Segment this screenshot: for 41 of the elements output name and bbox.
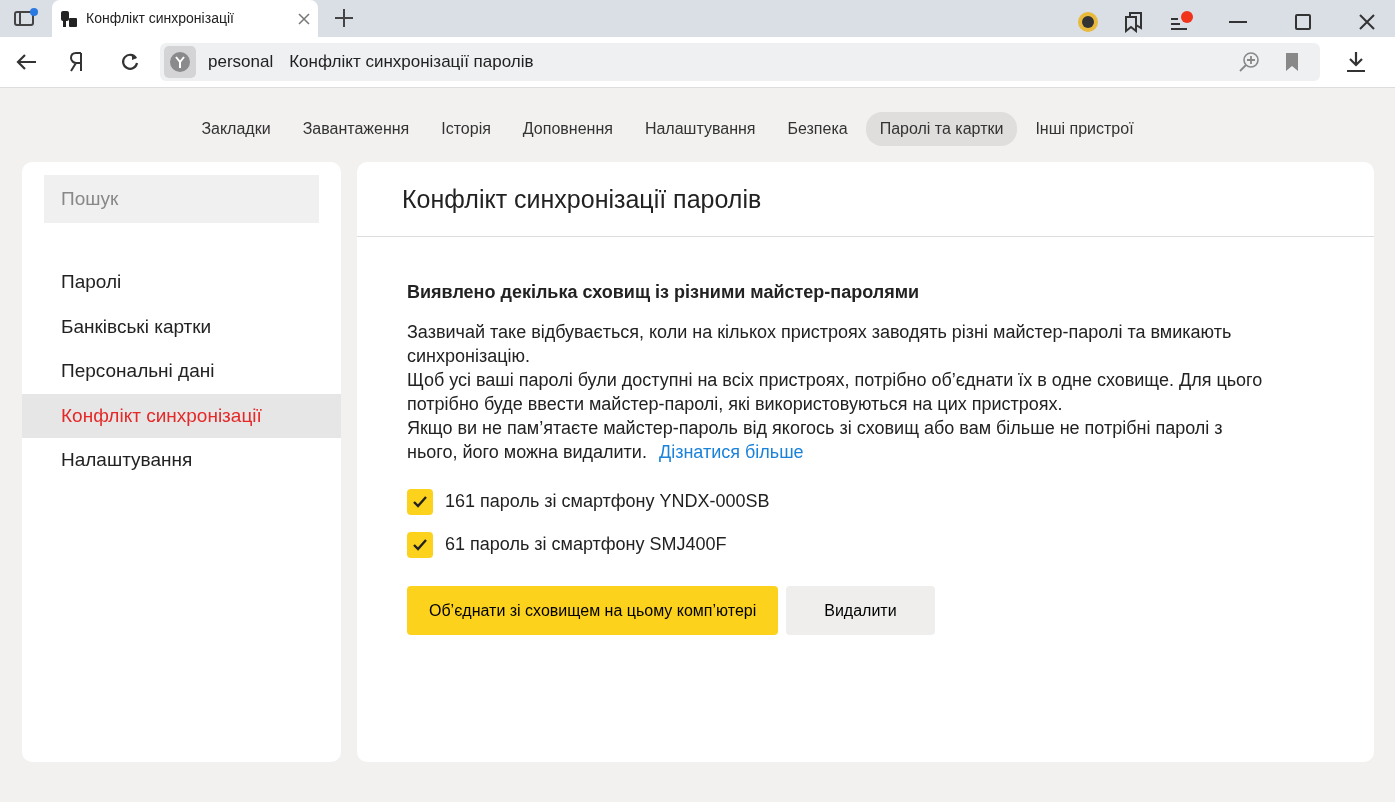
- bookmarks-icon[interactable]: [1123, 11, 1145, 33]
- sidebar-item[interactable]: Конфлікт синхронізації: [22, 393, 341, 438]
- paragraph: Щоб усі ваші паролі були доступні на всіх пристроях, потрібно об’єднати їх в одне сховище. Для цього потрібно буде ввести майстер-паролі, які використовуються на цих пристроях.: [407, 369, 1264, 416]
- nav-tab[interactable]: Історія: [427, 112, 505, 146]
- paragraph: Зазвичай таке відбувається, коли на кількох пристроях заводять різні майстер-паролі та вмикають синхронізацію.: [407, 321, 1233, 368]
- nav-tab[interactable]: Безпека: [773, 112, 862, 146]
- checkbox[interactable]: [407, 531, 433, 558]
- address-host: personal: [208, 51, 274, 74]
- menu-icon[interactable]: [1169, 11, 1195, 33]
- sidebar-item[interactable]: Персональні дані: [22, 349, 341, 394]
- zoom-icon[interactable]: [1238, 51, 1260, 73]
- paragraph: Якщо ви не пам’ятаєте майстер-пароль від якогось зі сховищ або вам більше не потрібні паролі з нього, його можна видалити. Дізнатися більше: [407, 417, 1224, 464]
- browser-tab[interactable]: Конфлікт синхронізації: [52, 0, 318, 37]
- search-field[interactable]: Пошук: [44, 175, 319, 223]
- nav-tab[interactable]: Інші пристрої: [1021, 112, 1148, 146]
- learn-more-link[interactable]: Дізнатися більше: [658, 442, 804, 462]
- bookmark-icon[interactable]: [1284, 52, 1300, 72]
- checkbox[interactable]: [407, 488, 433, 515]
- key-folder-icon: [60, 9, 78, 28]
- nav-tab[interactable]: Доповнення: [508, 112, 627, 146]
- sidebar-item[interactable]: Банківські картки: [22, 304, 341, 349]
- delete-button[interactable]: Видалити: [786, 586, 935, 635]
- checkbox-label: 161 пароль зі смартфону YNDX-000SB: [445, 490, 770, 513]
- check-icon: [412, 494, 428, 509]
- download-icon[interactable]: [1344, 50, 1368, 74]
- close-icon[interactable]: [298, 12, 310, 25]
- sidebar-item[interactable]: Налаштування: [22, 438, 341, 483]
- nav-tab[interactable]: Завантаження: [288, 112, 424, 146]
- avatar-icon[interactable]: [1077, 11, 1099, 33]
- nav-tab[interactable]: Налаштування: [630, 112, 770, 146]
- nav-tab[interactable]: Закладки: [187, 112, 285, 146]
- nav-tab[interactable]: Паролі та картки: [865, 112, 1018, 146]
- merge-button[interactable]: Об’єднати зі сховищем на цьому комп’ютері: [407, 586, 779, 635]
- check-icon: [412, 537, 428, 552]
- page-title: Конфлікт синхронізації паролів: [357, 162, 1374, 237]
- sidebar-item[interactable]: Паролі: [22, 260, 341, 305]
- address-page-title: Конфлікт синхронізації паролів: [289, 51, 535, 74]
- site-badge-icon[interactable]: [164, 46, 196, 78]
- section-heading: Виявлено декілька сховищ із різними майстер-паролями: [407, 281, 921, 304]
- checkbox-label: 61 пароль зі смартфону SMJ400F: [445, 533, 727, 556]
- tab-title: Конфлікт синхронізації: [86, 9, 235, 28]
